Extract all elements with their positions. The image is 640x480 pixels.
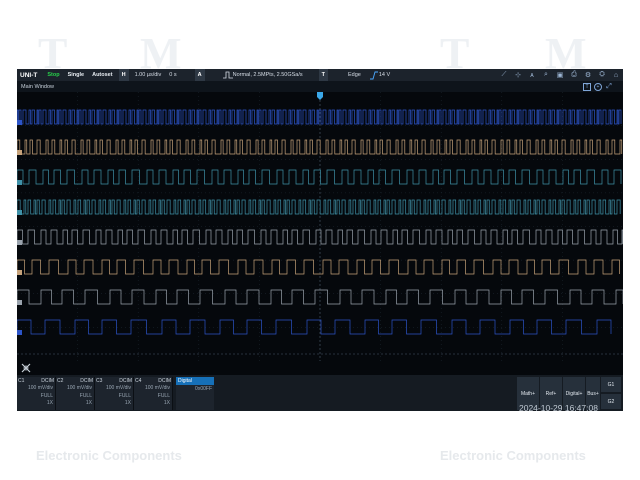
- channel-markers: [17, 120, 22, 335]
- autoset-button[interactable]: Autoset: [88, 69, 116, 81]
- channel-box-c3[interactable]: C3 DCIM 100 mV/div FULL 1X: [95, 377, 134, 410]
- channel-name: C2: [57, 378, 64, 384]
- channel-name: C3: [96, 378, 103, 384]
- measure-icon[interactable]: ⟋: [497, 69, 511, 81]
- group-g1-button[interactable]: G1: [601, 377, 621, 392]
- channel-marker: [17, 270, 22, 275]
- settings-icon[interactable]: ⛭: [595, 69, 609, 81]
- digital-trace: [17, 199, 621, 215]
- trigger-position-marker[interactable]: [317, 92, 323, 100]
- channel-coupling: DCIM: [80, 378, 93, 384]
- channel-coupling: DCIM: [119, 378, 132, 384]
- channel-bandwidth: FULL: [157, 392, 170, 399]
- channel-scale: 100 mV/div: [144, 385, 170, 391]
- channel-scale: 100 mV/div: [105, 385, 131, 391]
- group-g2-button[interactable]: G2: [601, 394, 621, 409]
- search-icon[interactable]: ⌕: [539, 69, 553, 81]
- channel-probe: 1X: [124, 400, 131, 406]
- utility-icon[interactable]: ⚙: [581, 69, 595, 81]
- channel-probe: 1X: [85, 400, 92, 406]
- channel-marker: [17, 240, 22, 245]
- brand-logo: UNI-T: [20, 71, 38, 79]
- window-title-bar: Main Window T + ⤢: [17, 81, 623, 92]
- datetime-readout: 2024-10-29 16:47:08: [519, 403, 598, 411]
- channel-name: C1: [18, 378, 25, 384]
- digital-value: 0x00FF: [195, 386, 212, 392]
- channel-marker: [17, 330, 22, 335]
- zoom-icon[interactable]: +: [594, 82, 602, 91]
- auto-measure-icon[interactable]: ᴀ: [525, 69, 539, 81]
- channel-scale: 100 mV/div: [66, 385, 92, 391]
- tool-row: [17, 361, 623, 375]
- home-icon[interactable]: ⌂: [609, 69, 623, 81]
- save-icon[interactable]: ▣: [553, 69, 567, 81]
- digital-trace: [17, 109, 622, 125]
- trigger-level: 14 V: [378, 72, 391, 78]
- graticule: [17, 92, 623, 361]
- channel-marker: [17, 150, 22, 155]
- horizontal-label[interactable]: H: [118, 69, 129, 81]
- channel-bandwidth: FULL: [40, 392, 53, 399]
- digital-trace: [17, 139, 623, 155]
- digital-trace: [17, 169, 622, 185]
- acquire-info-text: Normal, 2.5MPts, 2.50GSa/s: [232, 72, 303, 78]
- channel-panel: C1 DCIM 100 mV/div FULL 1X C2 DCIM 100 mV/…: [17, 375, 623, 411]
- channel-bandwidth: FULL: [79, 392, 92, 399]
- acquire-info[interactable]: Normal, 2.5MPts, 2.50GSa/s: [219, 69, 307, 81]
- rising-edge-icon: [369, 71, 378, 79]
- acquire-label[interactable]: A: [194, 69, 205, 81]
- trigger-type[interactable]: Edge: [344, 69, 365, 81]
- digital-name: Digital: [176, 377, 214, 385]
- top-toolbar: UNI-T Stop Single Autoset H 1.00 µs/div …: [17, 69, 623, 81]
- channel-probe: 1X: [46, 400, 53, 406]
- watermark-text-left: Electronic Components: [36, 448, 182, 463]
- channel-box-c4[interactable]: C4 DCIM 100 mV/div FULL 1X: [134, 377, 173, 410]
- channel-marker: [17, 210, 22, 215]
- pulse-icon: [222, 71, 233, 79]
- channel-box-c2[interactable]: C2 DCIM 100 mV/div FULL 1X: [56, 377, 95, 410]
- channel-marker: [17, 300, 22, 305]
- trigger-label[interactable]: T: [318, 69, 328, 81]
- channel-coupling: DCIM: [41, 378, 54, 384]
- channel-marker: [17, 120, 22, 125]
- run-stop-button[interactable]: Stop: [43, 69, 63, 81]
- channel-box-c1[interactable]: C1 DCIM 100 mV/div FULL 1X: [17, 377, 56, 410]
- close-tools-icon[interactable]: [19, 361, 33, 375]
- horizontal-offset[interactable]: 0 s: [165, 69, 180, 81]
- digital-trace: [17, 259, 620, 275]
- channel-coupling: DCIM: [158, 378, 171, 384]
- cursor-icon[interactable]: ⊹: [511, 69, 525, 81]
- channel-marker: [17, 180, 22, 185]
- oscilloscope-screen: UNI-T Stop Single Autoset H 1.00 µs/div …: [17, 69, 623, 411]
- watermark-text-right: Electronic Components: [440, 448, 586, 463]
- waveform-display[interactable]: [17, 92, 623, 361]
- channel-probe: 1X: [163, 400, 170, 406]
- window-title: Main Window: [21, 83, 55, 90]
- digital-trace: [17, 319, 612, 335]
- channel-scale: 100 mV/div: [27, 385, 53, 391]
- print-icon[interactable]: ⎙: [567, 69, 581, 81]
- channel-name: C4: [135, 378, 142, 384]
- single-button[interactable]: Single: [64, 69, 89, 81]
- digital-channel-box[interactable]: Digital 0x00FF: [176, 377, 214, 410]
- timebase-value[interactable]: 1.00 µs/div: [131, 69, 166, 81]
- expand-icon[interactable]: ⤢: [605, 83, 613, 91]
- trigger-level-group[interactable]: 14 V: [365, 69, 394, 81]
- channel-bandwidth: FULL: [118, 392, 131, 399]
- trigger-marker-icon[interactable]: T: [583, 82, 591, 91]
